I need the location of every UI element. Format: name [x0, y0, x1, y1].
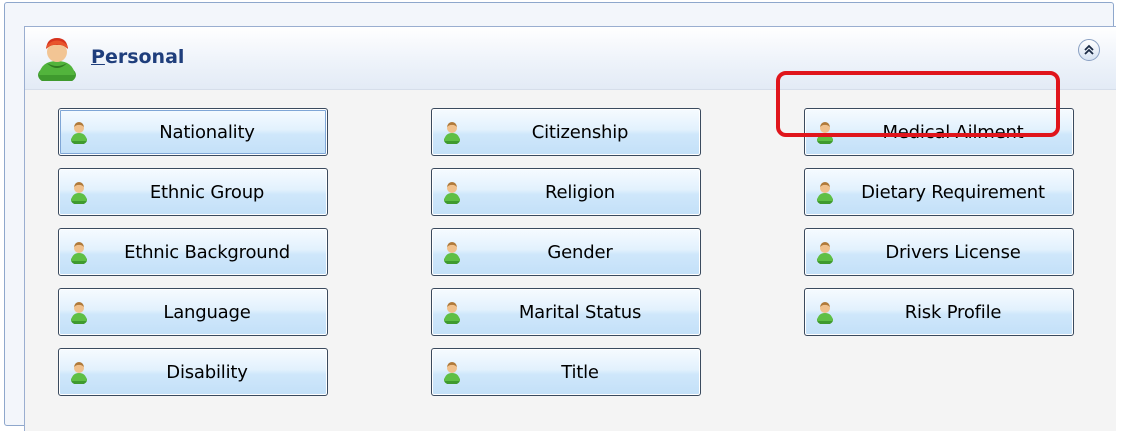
- button-label: Disability: [166, 361, 248, 383]
- person-icon: [815, 180, 835, 205]
- button-citizenship[interactable]: Citizenship: [431, 108, 701, 156]
- person-icon: [442, 360, 462, 385]
- button-label: Medical Ailment: [882, 121, 1024, 143]
- person-icon: [815, 120, 835, 145]
- button-label: Citizenship: [531, 121, 629, 143]
- section-title-rest: ersonal: [104, 46, 185, 68]
- double-chevron-up-icon: [1084, 44, 1094, 55]
- button-religion[interactable]: Religion: [431, 168, 701, 216]
- person-icon: [815, 240, 835, 265]
- button-drivers-license[interactable]: Drivers License: [804, 228, 1074, 276]
- person-icon: [815, 300, 835, 325]
- button-label: Marital Status: [518, 301, 642, 323]
- button-language[interactable]: Language: [58, 288, 328, 336]
- person-icon: [69, 180, 89, 205]
- button-medical-ailment[interactable]: Medical Ailment: [804, 108, 1074, 156]
- button-label: Gender: [547, 241, 613, 263]
- button-gender[interactable]: Gender: [431, 228, 701, 276]
- person-icon: [69, 360, 89, 385]
- button-label: Language: [163, 301, 251, 323]
- button-label: Dietary Requirement: [861, 181, 1045, 203]
- button-risk-profile[interactable]: Risk Profile: [804, 288, 1074, 336]
- person-icon: [69, 240, 89, 265]
- button-disability[interactable]: Disability: [58, 348, 328, 396]
- section-title[interactable]: Personal: [91, 46, 184, 68]
- person-icon: [69, 120, 89, 145]
- button-marital-status[interactable]: Marital Status: [431, 288, 701, 336]
- button-ethnic-background[interactable]: Ethnic Background: [58, 228, 328, 276]
- person-icon: [69, 300, 89, 325]
- person-icon: [38, 38, 76, 81]
- collapse-button[interactable]: [1078, 39, 1100, 61]
- button-label: Title: [561, 361, 599, 383]
- button-dietary-requirement[interactable]: Dietary Requirement: [804, 168, 1074, 216]
- button-label: Drivers License: [885, 241, 1021, 263]
- button-label: Nationality: [159, 121, 255, 143]
- button-label: Risk Profile: [904, 301, 1002, 323]
- button-ethnic-group[interactable]: Ethnic Group: [58, 168, 328, 216]
- section-header[interactable]: Personal: [25, 27, 1116, 90]
- person-icon: [442, 300, 462, 325]
- person-icon: [442, 180, 462, 205]
- button-nationality[interactable]: Nationality: [58, 108, 328, 156]
- personal-section-panel: Personal Nationality Ethnic Group Ethnic B…: [24, 26, 1116, 431]
- button-label: Religion: [544, 181, 616, 203]
- section-title-hotkey: P: [91, 46, 105, 68]
- button-label: Ethnic Background: [124, 241, 290, 263]
- person-icon: [442, 240, 462, 265]
- person-icon: [442, 120, 462, 145]
- button-label: Ethnic Group: [149, 181, 265, 203]
- button-title[interactable]: Title: [431, 348, 701, 396]
